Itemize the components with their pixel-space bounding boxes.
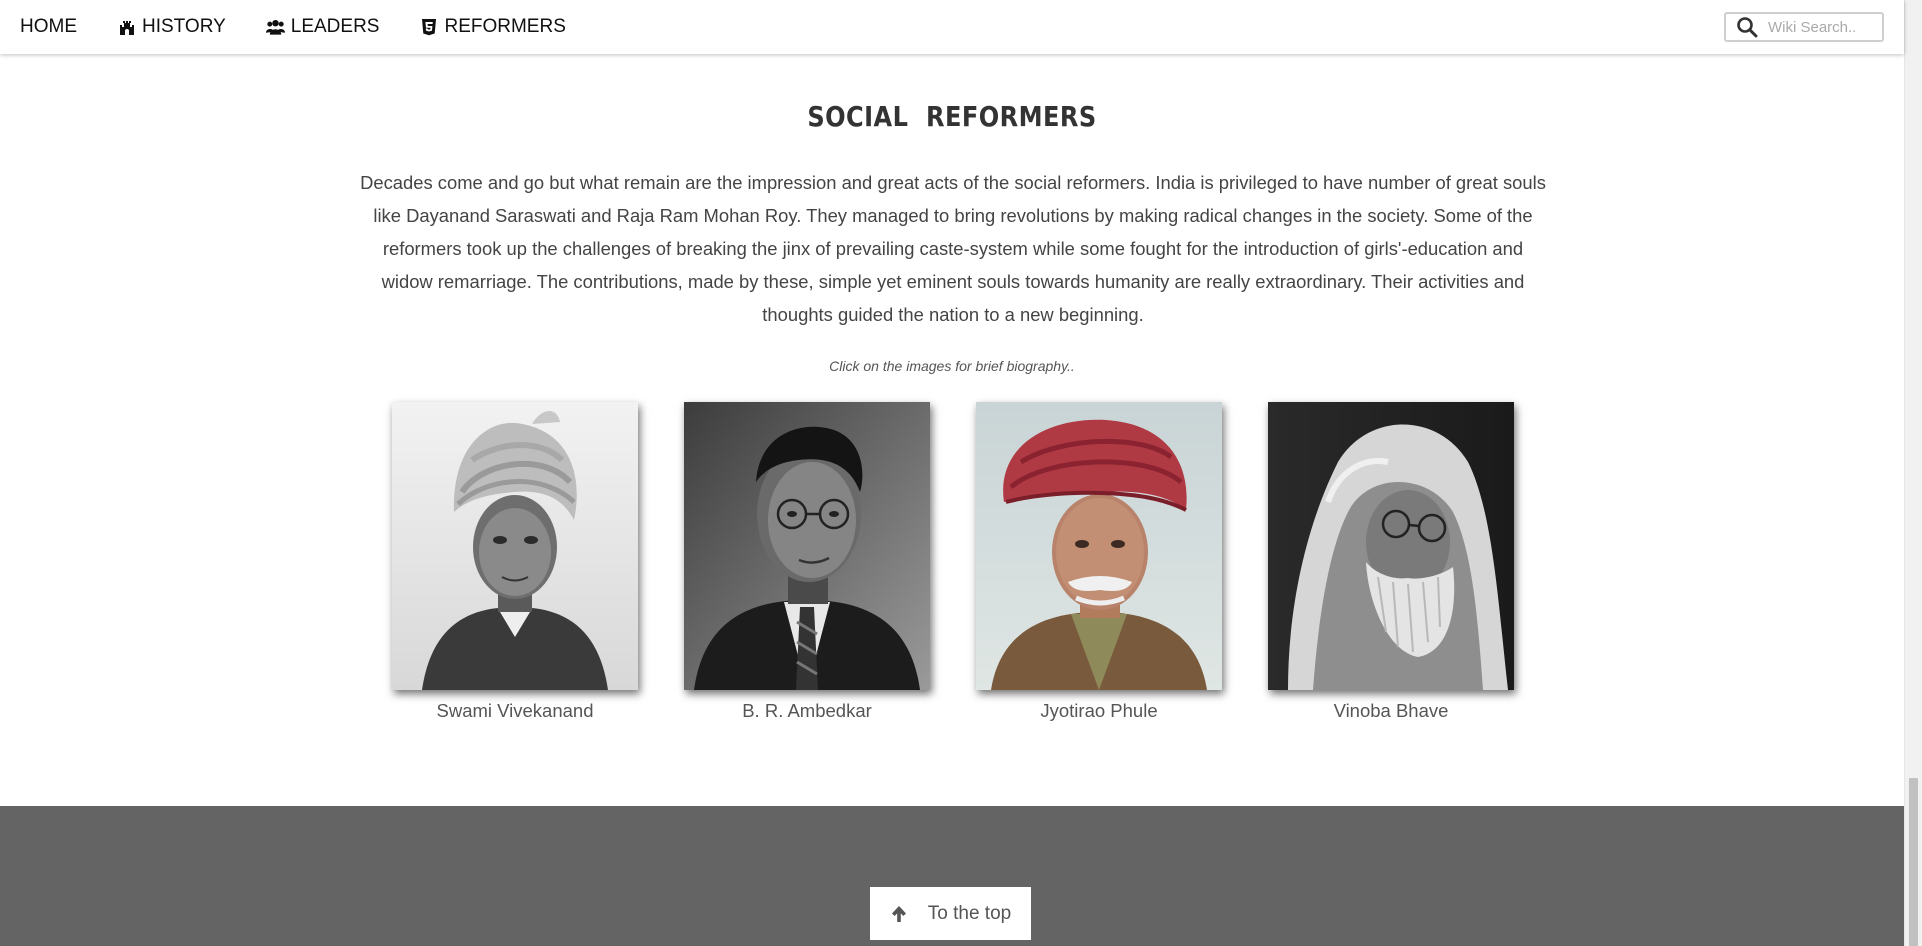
reformers-gallery: Swami Vivekanand B. R. Ambedkar Jyotirao… bbox=[0, 402, 1904, 732]
arrow-up-icon bbox=[890, 905, 908, 923]
portrait-ambedkar[interactable] bbox=[684, 402, 930, 690]
reformer-name: B. R. Ambedkar bbox=[742, 700, 872, 721]
biography-hint: Click on the images for brief biography.… bbox=[829, 358, 1075, 374]
nav-item-label: LEADERS bbox=[290, 16, 380, 37]
footer: To the top bbox=[0, 806, 1904, 946]
nav-item-leaders[interactable]: LEADERS bbox=[265, 16, 380, 38]
reformer-name: Swami Vivekanand bbox=[436, 700, 594, 721]
nav-item-label: REFORMERS bbox=[444, 16, 566, 37]
top-navbar: HOME HISTORY LEADERS REFORMERS Wiki Sear… bbox=[0, 0, 1904, 54]
page-scrollbar[interactable] bbox=[1904, 0, 1922, 946]
reformer-card-phule[interactable]: Jyotirao Phule bbox=[976, 402, 1222, 722]
page-title: SOCIAL REFORMERS bbox=[807, 100, 1097, 133]
nav-menu: HOME HISTORY LEADERS REFORMERS bbox=[20, 0, 606, 54]
reformer-card-ambedkar[interactable]: B. R. Ambedkar bbox=[684, 402, 930, 722]
to-the-top-button[interactable]: To the top bbox=[870, 887, 1031, 940]
nav-item-label: HISTORY bbox=[142, 16, 226, 37]
reformer-card-bhave[interactable]: Vinoba Bhave bbox=[1268, 402, 1514, 722]
users-icon bbox=[265, 18, 285, 37]
portrait-phule[interactable] bbox=[976, 402, 1222, 690]
intro-paragraph: Decades come and go but what remain are … bbox=[360, 172, 1546, 325]
nav-item-label: HOME bbox=[20, 16, 77, 37]
page: HOME HISTORY LEADERS REFORMERS Wiki Sear… bbox=[0, 0, 1922, 946]
wiki-search-box[interactable] bbox=[1724, 12, 1884, 42]
nav-item-reformers[interactable]: REFORMERS bbox=[419, 16, 566, 38]
reformer-card-vivekanand[interactable]: Swami Vivekanand bbox=[392, 402, 638, 722]
search-icon bbox=[1736, 16, 1758, 38]
wiki-search-input[interactable] bbox=[1768, 18, 1868, 36]
nav-item-home[interactable]: HOME bbox=[20, 16, 77, 38]
html5-icon bbox=[419, 18, 438, 37]
castle-icon bbox=[117, 18, 136, 37]
reformers-section: SOCIAL REFORMERS Decades come and go but… bbox=[0, 54, 1904, 806]
reformer-name: Jyotirao Phule bbox=[1040, 700, 1158, 721]
to-the-top-label: To the top bbox=[927, 902, 1012, 924]
portrait-vivekanand[interactable] bbox=[392, 402, 638, 690]
portrait-bhave[interactable] bbox=[1268, 402, 1514, 690]
nav-item-history[interactable]: HISTORY bbox=[117, 16, 226, 38]
scrollbar-thumb[interactable] bbox=[1909, 778, 1918, 946]
reformer-name: Vinoba Bhave bbox=[1333, 700, 1449, 721]
